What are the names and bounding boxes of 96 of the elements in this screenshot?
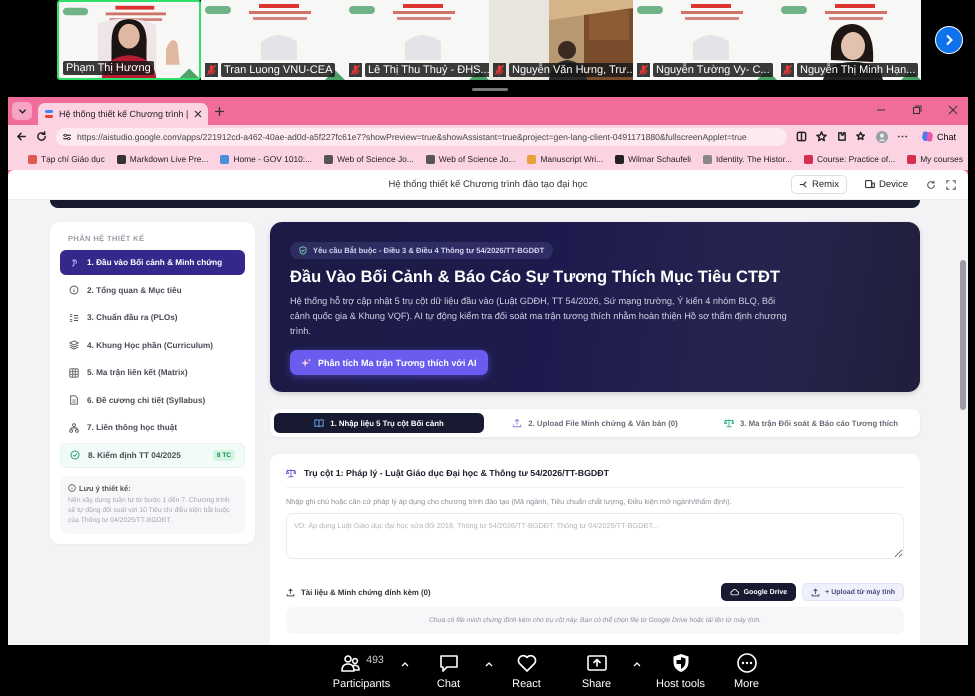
address-bar[interactable]: https://aistudio.google.com/apps/221912cd-a462-40ae-ad0d-a5f227fc61e7?showPreview=true&showAssistant=true&project=gen-lang-client-0491171880&fullscreenApplet=true xyxy=(56,128,787,146)
bookmark[interactable]: Home - GOV 1010:... xyxy=(220,154,312,164)
reload-icon[interactable] xyxy=(36,131,47,142)
hero-title: Đầu Vào Bối Cảnh & Báo Cáo Sự Tương Thích Mục Tiêu CTĐT xyxy=(290,268,782,287)
toolbar-button[interactable]: 493 Participants xyxy=(322,645,400,690)
restore-icon[interactable] xyxy=(912,105,922,115)
upload-icon xyxy=(286,588,295,596)
check-circle-icon xyxy=(70,450,80,460)
info-icon xyxy=(68,484,76,492)
hero-description: Hệ thống hỗ trợ cập nhật 5 trụ cột dữ liệu đầu vào (Luật GDĐH, TT 54/2026, Sứ mạng trường, Ý kiến 4 nhóm BLQ, Bối cảnh quốc gia & Khung VQF). AI tự động kiểm tra đối soát ma trận tương thích nhằm hoàn thiện Hồ sơ thẩm định chương trình. xyxy=(290,295,788,338)
participant-name: Tran Luong VNU-CEA xyxy=(221,63,336,77)
bookmark[interactable]: Web of Science Jo... xyxy=(324,154,414,164)
back-icon[interactable] xyxy=(16,131,27,142)
scales-icon xyxy=(286,468,296,478)
list-icon xyxy=(69,312,79,322)
remix-button[interactable]: Remix xyxy=(791,175,847,194)
bookmark[interactable]: Tạp chí Giáo dục xyxy=(28,154,105,164)
sidebar-item[interactable]: 2. Tổng quan & Mục tiêu xyxy=(60,278,245,302)
info-icon xyxy=(69,285,79,295)
tab-list-button[interactable] xyxy=(12,102,32,120)
sparkle-icon xyxy=(301,358,311,368)
muted-microphone-icon xyxy=(206,64,217,76)
menu-caret[interactable] xyxy=(484,661,492,667)
analyze-button[interactable]: Phân tích Ma trận Tương thích với AI xyxy=(290,350,488,375)
favorites-icon[interactable] xyxy=(856,131,867,142)
page-title: Hệ thống thiết kế Chương trình đào tạo đại học xyxy=(388,179,588,190)
upload-icon xyxy=(811,588,820,596)
heart-icon xyxy=(516,652,538,674)
share-screen-icon xyxy=(586,652,608,674)
book-icon xyxy=(314,418,324,428)
browser-tab[interactable]: Hệ thống thiết kế Chương trình | xyxy=(38,103,208,125)
toolbar-button[interactable]: React xyxy=(496,645,556,690)
caret-up-icon xyxy=(400,661,408,667)
more-icon xyxy=(736,652,758,674)
participant-name: Lê Thị Thu Thuỷ - ĐHS... xyxy=(365,63,489,77)
participant-name: Nguyễn Thị Minh Hạn... xyxy=(797,63,918,77)
drag-handle[interactable] xyxy=(472,88,508,91)
reader-icon[interactable] xyxy=(796,131,807,142)
grid-icon xyxy=(69,368,79,378)
sidebar-item[interactable]: 6. Đề cương chi tiết (Syllabus) xyxy=(60,388,245,412)
bookmark[interactable]: My courses xyxy=(907,154,964,164)
muted-microphone-icon xyxy=(638,64,649,76)
caret-up-icon xyxy=(632,661,640,667)
bookmark[interactable]: Course: Practice of... xyxy=(804,154,896,164)
remix-icon xyxy=(799,180,808,189)
app-icon xyxy=(44,109,54,119)
site-info-icon xyxy=(62,132,72,142)
participant-count: 493 xyxy=(366,654,384,666)
participant-name: Phạm Thị Hương xyxy=(63,61,154,75)
scrollbar[interactable] xyxy=(960,260,966,410)
chat-button[interactable]: Chat xyxy=(916,130,960,143)
shield-icon xyxy=(299,246,307,255)
sidebar-item[interactable]: 4. Khung Học phần (Curriculum) xyxy=(60,332,245,358)
pillar-title: Trụ cột 1: Pháp lý - Luật Giáo dục Đại học & Thông tư 54/2026/TT-BGDĐT xyxy=(304,468,610,478)
chat-bubble-icon xyxy=(438,652,460,674)
sidebar-item[interactable]: 5. Ma trận liên kết (Matrix) xyxy=(60,360,245,385)
fullscreen-icon[interactable] xyxy=(946,180,956,190)
extension-icon[interactable] xyxy=(836,131,847,142)
upload-icon xyxy=(512,418,522,428)
participants-icon xyxy=(339,652,362,674)
network-icon xyxy=(69,422,79,432)
copilot-icon xyxy=(920,130,934,143)
bookmark[interactable]: Manuscript Wri... xyxy=(527,154,604,164)
sidebar-item[interactable]: 1. Đầu vào Bối cảnh & Minh chứng xyxy=(60,250,245,275)
bookmark[interactable]: Markdown Live Pre... xyxy=(116,154,208,164)
sidebar-item[interactable]: 3. Chuẩn đầu ra (PLOs) xyxy=(60,305,245,330)
menu-caret[interactable] xyxy=(632,661,640,667)
menu-caret[interactable] xyxy=(400,661,408,667)
muted-microphone-icon xyxy=(782,64,793,76)
sidebar-item[interactable]: 7. Liên thông học thuật xyxy=(60,415,245,440)
toolbar-button[interactable]: Chat xyxy=(412,645,484,690)
document-icon xyxy=(69,395,79,405)
star-icon[interactable] xyxy=(816,131,827,142)
chevron-down-icon xyxy=(18,106,26,116)
next-page-button[interactable] xyxy=(935,26,963,54)
layers-icon xyxy=(69,340,79,350)
new-tab-icon[interactable] xyxy=(214,106,225,117)
scales-icon xyxy=(724,418,734,428)
participant-name: Nguyễn Tường Vy- C... xyxy=(653,63,773,77)
close-icon[interactable] xyxy=(948,105,958,115)
device-button[interactable]: Device xyxy=(856,175,916,194)
toolbar-button[interactable]: More xyxy=(720,645,772,690)
bookmark[interactable]: Identity. The Histor... xyxy=(702,154,792,164)
close-icon[interactable] xyxy=(194,110,202,118)
toolbar-button[interactable]: Host tools xyxy=(644,645,716,690)
url-text: https://aistudio.google.com/apps/221912cd-a462-40ae-ad0d-a5f227fc61e7?showPreview=true&showAssistant=true&project=gen-lang-client-0491171880&fullscreenApplet=true xyxy=(77,132,747,142)
caret-up-icon xyxy=(484,661,492,667)
cloud-icon xyxy=(730,588,739,596)
participant-name: Nguyễn Văn Hưng, Trư... xyxy=(509,63,633,77)
muted-microphone-icon xyxy=(494,64,505,76)
device-icon xyxy=(864,180,875,189)
muted-microphone-icon xyxy=(350,64,361,76)
bookmark[interactable]: Web of Science Jo... xyxy=(426,154,516,164)
refresh-icon[interactable] xyxy=(926,180,936,190)
bookmark[interactable]: Wilmar Schaufeli xyxy=(615,154,691,164)
toolbar-button[interactable]: Share xyxy=(560,645,632,690)
